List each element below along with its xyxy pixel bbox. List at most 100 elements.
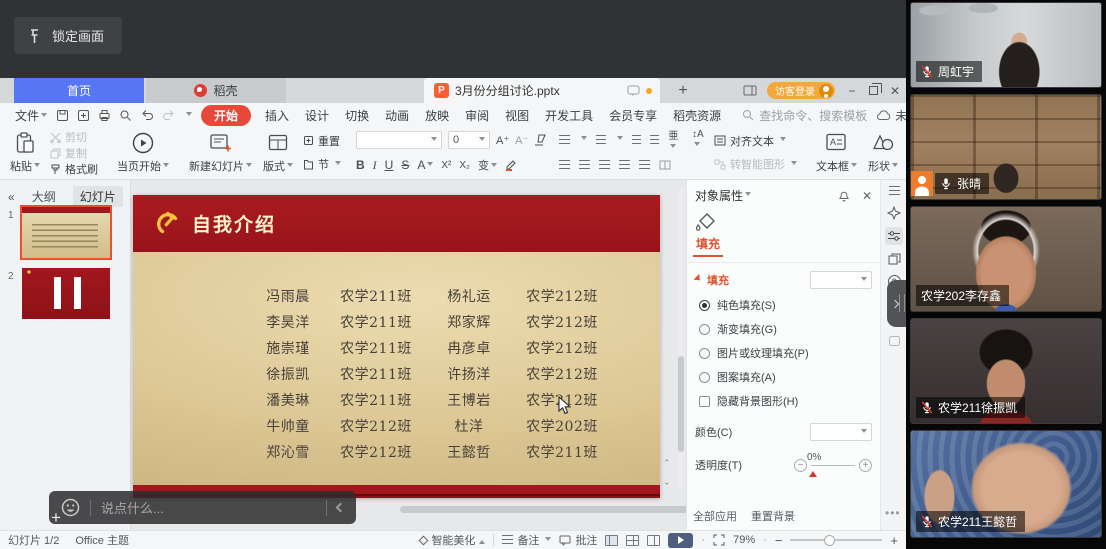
bold-button[interactable]: B: [356, 158, 365, 172]
undo-icon[interactable]: [140, 109, 154, 121]
menu-item-10[interactable]: 会员专享: [607, 105, 659, 126]
video-panel-handle[interactable]: [887, 280, 906, 327]
normal-view-button[interactable]: [605, 535, 618, 546]
sync-status[interactable]: 未同步: [876, 107, 906, 124]
char-spacing-icon[interactable]: 亜: [668, 127, 683, 153]
text-effect-button[interactable]: 变: [478, 157, 497, 173]
next-slide-button[interactable]: ⌃: [663, 475, 671, 486]
guest-login-pill[interactable]: 访客登录: [767, 82, 835, 99]
restore-button[interactable]: [869, 86, 878, 95]
chat-input[interactable]: 说点什么...: [101, 498, 164, 517]
reading-view-button[interactable]: [647, 535, 660, 546]
decrease-indent-icon[interactable]: [632, 135, 641, 145]
color-select[interactable]: [810, 423, 872, 441]
transparency-plus-button[interactable]: +: [859, 459, 872, 472]
menu-item-3[interactable]: 设计: [303, 105, 331, 126]
tab-document[interactable]: P 3月份分组讨论.pptx: [424, 78, 660, 103]
menu-item-8[interactable]: 视图: [503, 105, 531, 126]
slide-sorter-view-button[interactable]: [626, 535, 639, 546]
align-center-icon[interactable]: [579, 160, 590, 170]
slide-thumbnail-1[interactable]: [22, 207, 110, 258]
beautify-button[interactable]: 智能美化: [420, 532, 485, 548]
properties-strip-icon[interactable]: [885, 227, 903, 245]
font-size-select[interactable]: 0: [448, 131, 490, 149]
menu-item-7[interactable]: 审阅: [463, 105, 491, 126]
radio-option-1[interactable]: 纯色填充(S): [699, 297, 880, 313]
zoom-out-button[interactable]: −: [775, 533, 783, 548]
menu-item-4[interactable]: 切换: [343, 105, 371, 126]
slide-thumbnail-2[interactable]: [22, 268, 110, 319]
underline-button[interactable]: U: [385, 158, 394, 172]
text-box-button[interactable]: A 文本框: [812, 129, 861, 176]
video-tile[interactable]: 农学211王懿哲: [910, 430, 1102, 538]
apply-all-button[interactable]: 全部应用: [693, 508, 737, 524]
checkbox-option-5[interactable]: 隐藏背景图形(H): [699, 393, 880, 409]
font-color-button[interactable]: A: [417, 158, 433, 172]
cut-button[interactable]: 剪切: [47, 129, 101, 145]
file-menu[interactable]: 文件: [15, 107, 47, 124]
strikethrough-button[interactable]: S: [401, 158, 409, 172]
tab-home[interactable]: 首页: [14, 78, 144, 103]
plus-float[interactable]: +: [51, 508, 61, 528]
bullet-list-icon[interactable]: [559, 135, 570, 145]
new-slide-button[interactable]: 新建幻灯片: [185, 129, 256, 176]
quick-access-caret[interactable]: [186, 112, 192, 119]
reset-button[interactable]: 重置: [300, 133, 344, 149]
transparency-slider[interactable]: 0%: [811, 465, 855, 466]
zoom-slider[interactable]: [790, 539, 882, 541]
video-tile[interactable]: 农学211徐振凯: [910, 318, 1102, 424]
horizontal-scroll-thumb[interactable]: [400, 506, 690, 513]
decrease-font-icon[interactable]: A⁻: [515, 134, 528, 147]
notes-button[interactable]: 备注: [502, 532, 551, 548]
recommend-icon[interactable]: [885, 204, 903, 222]
justify-icon[interactable]: [619, 160, 630, 170]
section-button[interactable]: 节: [300, 156, 344, 172]
bell-icon[interactable]: [838, 189, 850, 202]
menu-item-6[interactable]: 放映: [423, 105, 451, 126]
fill-preset-select[interactable]: [810, 271, 872, 289]
align-text-button[interactable]: 对齐文本: [711, 133, 800, 149]
hidden-tool-icon[interactable]: [885, 332, 903, 350]
new-tab-button[interactable]: +: [672, 80, 694, 101]
slideshow-button[interactable]: [668, 533, 693, 548]
print-icon[interactable]: [98, 109, 111, 122]
menu-item-1[interactable]: 开始: [201, 105, 251, 126]
distribute-icon[interactable]: [639, 160, 650, 170]
fit-window-icon[interactable]: [713, 534, 725, 546]
smart-graphic-button[interactable]: 转智能图形: [711, 156, 800, 172]
clear-format-icon[interactable]: [534, 134, 547, 146]
line-spacing-icon[interactable]: ↕A: [692, 129, 708, 151]
zoom-in-button[interactable]: +: [890, 533, 898, 548]
video-tile[interactable]: 农学202李存鑫: [910, 206, 1102, 312]
split-view-icon[interactable]: [743, 85, 757, 96]
vertical-scroll-thumb[interactable]: [678, 356, 684, 452]
font-family-select[interactable]: [356, 131, 442, 149]
fill-tab-label[interactable]: 填充: [696, 235, 880, 252]
tab-outline[interactable]: 大纲: [25, 186, 63, 207]
strip-menu-icon[interactable]: [885, 182, 903, 200]
format-painter-button[interactable]: 格式刷: [47, 161, 101, 177]
chat-bar[interactable]: 说点什么...: [49, 491, 356, 524]
radio-option-2[interactable]: 渐变填充(G): [699, 321, 880, 337]
menu-item-11[interactable]: 稻壳资源: [671, 105, 723, 126]
menu-item-9[interactable]: 开发工具: [543, 105, 595, 126]
close-panel-icon[interactable]: ✕: [862, 189, 872, 203]
subscript-button[interactable]: X₂: [459, 160, 470, 171]
tab-slides[interactable]: 幻灯片: [73, 186, 123, 207]
comment-button[interactable]: 批注: [559, 532, 597, 548]
previous-slide-button[interactable]: ⌃: [663, 458, 671, 469]
comment-bubble-icon[interactable]: [627, 85, 640, 97]
close-button[interactable]: ✕: [888, 84, 902, 98]
menu-item-5[interactable]: 动画: [383, 105, 411, 126]
columns-icon[interactable]: [659, 160, 671, 170]
paste-button[interactable]: 粘贴: [6, 129, 44, 176]
play-from-page-button[interactable]: 当页开始: [113, 129, 173, 176]
animation-pane-icon[interactable]: [885, 250, 903, 268]
layout-button[interactable]: 版式: [259, 129, 297, 176]
more-tools-icon[interactable]: •••: [885, 506, 901, 520]
shapes-button[interactable]: 形状: [864, 129, 902, 176]
collapse-panel-icon[interactable]: «: [8, 190, 15, 204]
copy-button[interactable]: 复制: [47, 145, 101, 161]
align-left-icon[interactable]: [559, 160, 570, 170]
radio-option-3[interactable]: 图片或纹理填充(P): [699, 345, 880, 361]
